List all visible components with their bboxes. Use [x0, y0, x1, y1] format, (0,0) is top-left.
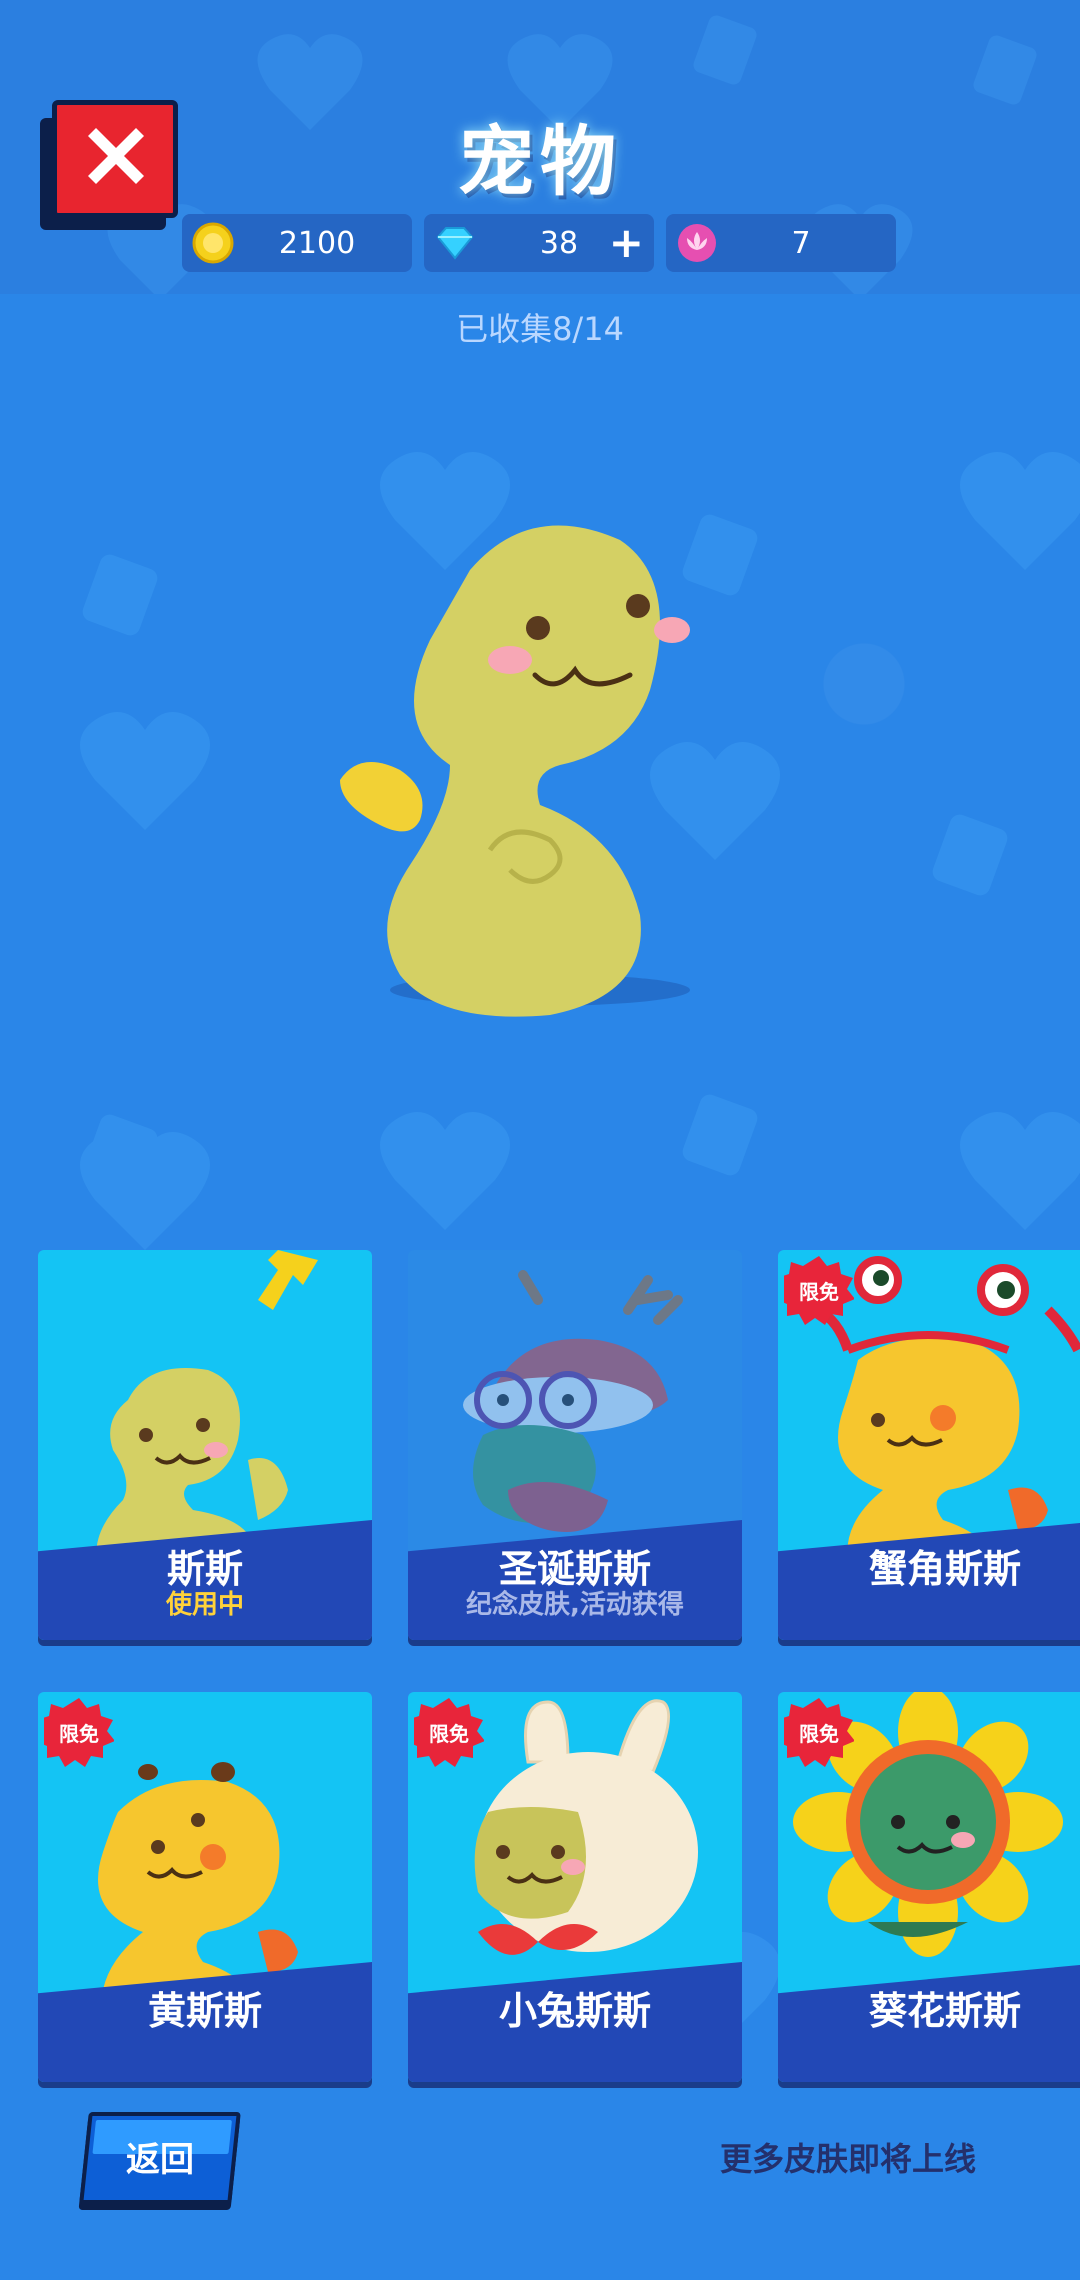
pet-card-christmas[interactable]: 圣诞斯斯 纪念皮肤,活动获得 — [408, 1250, 742, 1640]
selected-pet-preview — [340, 525, 690, 1017]
pet-status: 使用中 — [165, 1590, 244, 1620]
pet-status: 纪念皮肤,活动获得 — [466, 1590, 684, 1620]
pet-name: 小兔斯斯 — [498, 1989, 651, 2033]
pet-name: 葵花斯斯 — [868, 1989, 1021, 2033]
diamond-counter[interactable]: 38 + — [424, 214, 654, 272]
back-button-label: 返回 — [126, 2140, 194, 2180]
coming-soon-text: 更多皮肤即将上线 — [719, 2140, 976, 2178]
free-badge: 限免 — [408, 1698, 485, 1768]
free-badge: 限免 — [778, 1256, 855, 1326]
page-title: 宠物 — [458, 117, 622, 206]
pet-card-bunny[interactable]: 限免 小兔斯斯 — [408, 1692, 742, 2082]
pet-name: 黄斯斯 — [147, 1989, 262, 2033]
free-badge: 限免 — [38, 1698, 115, 1768]
lotus-icon — [678, 224, 716, 262]
collection-progress: 已收集8/14 — [456, 310, 624, 348]
diamond-icon — [436, 227, 474, 260]
pet-card-crab[interactable]: 限免 蟹角斯斯 — [778, 1250, 1080, 1640]
coin-value: 2100 — [278, 225, 356, 261]
free-badge-label: 限免 — [799, 1280, 839, 1304]
free-badge-label: 限免 — [429, 1722, 469, 1746]
pet-card-sisi[interactable]: 斯斯 使用中 — [38, 1250, 372, 1640]
pet-card-yellow[interactable]: 限免 黄斯斯 — [38, 1692, 372, 2082]
back-button[interactable]: 返回 — [79, 2112, 241, 2204]
lotus-counter: 7 — [666, 214, 896, 272]
pet-name: 蟹角斯斯 — [868, 1547, 1021, 1591]
coin-counter: 2100 — [182, 214, 412, 272]
free-badge-label: 限免 — [59, 1722, 99, 1746]
free-badge: 限免 — [778, 1698, 855, 1768]
add-diamond-button[interactable]: + — [609, 214, 644, 272]
pet-card-sunflower[interactable]: 限免 葵花斯斯 — [778, 1692, 1080, 2082]
coin-icon — [192, 222, 234, 264]
free-badge-label: 限免 — [799, 1722, 839, 1746]
lotus-value: 7 — [791, 225, 811, 261]
